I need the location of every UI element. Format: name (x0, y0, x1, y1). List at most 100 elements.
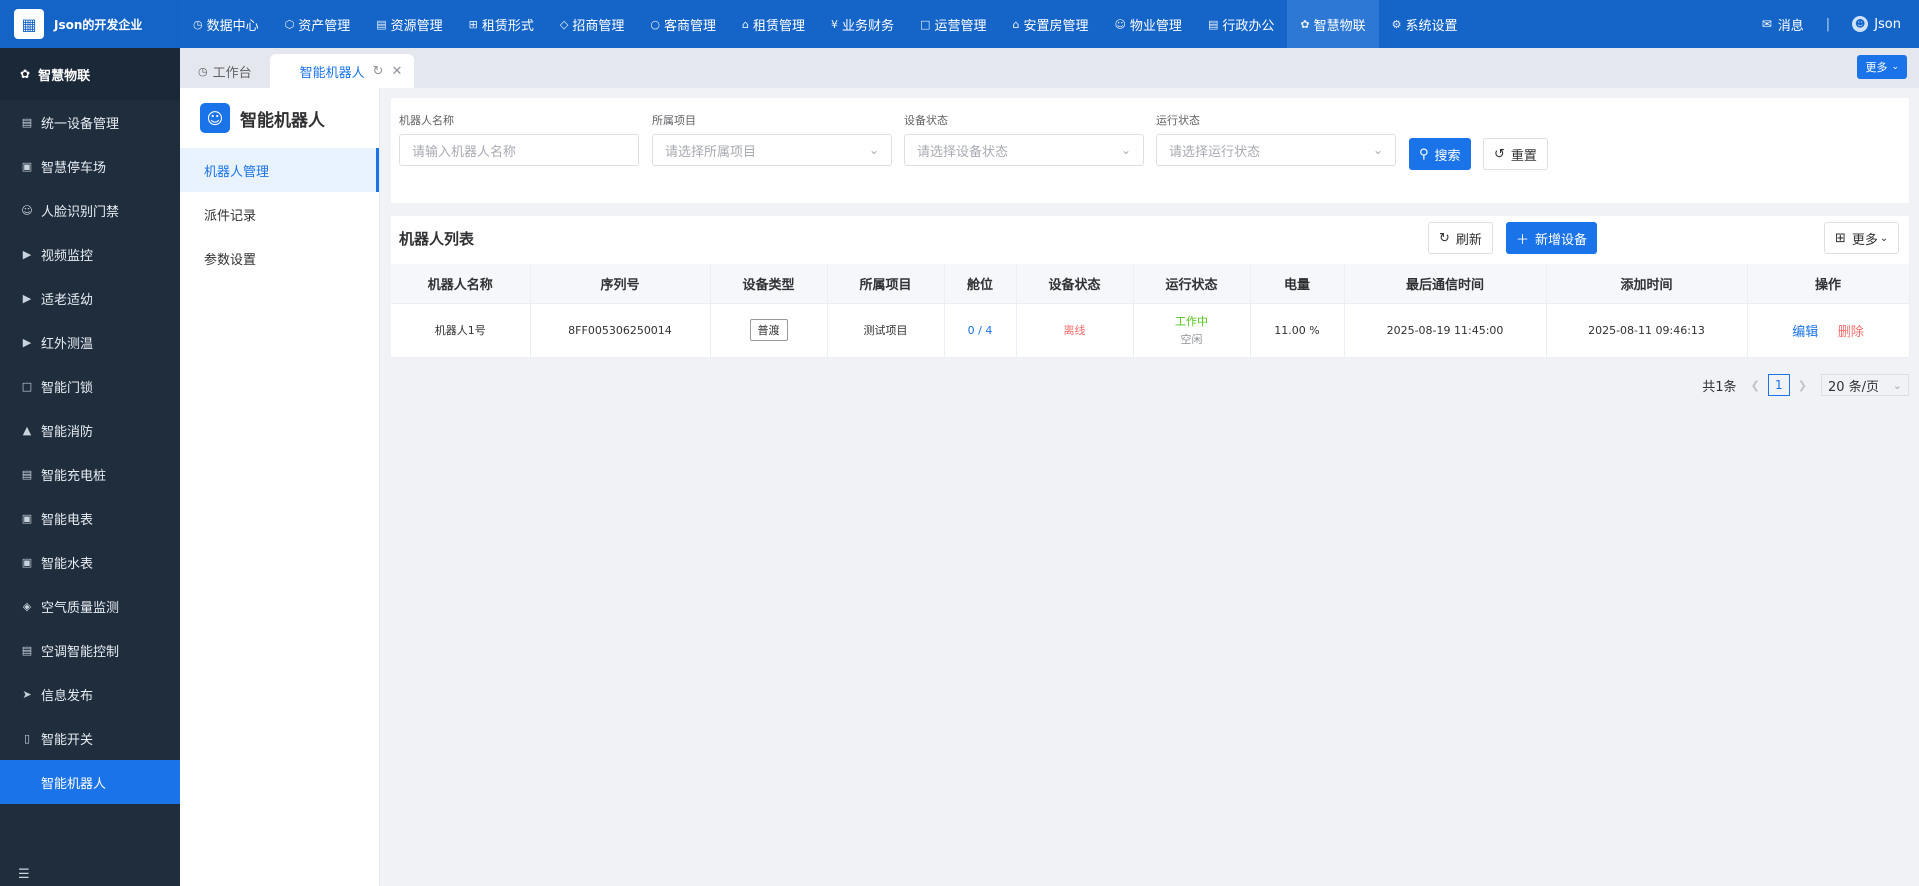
project-select[interactable]: 请选择所属项目 ⌄ (652, 134, 892, 166)
topnav-item-property[interactable]: ☺ 物业管理 (1101, 0, 1194, 48)
menu-collapse-icon[interactable]: ☰ (18, 867, 30, 882)
sidebar-item-water-meter[interactable]: ▣ 智能水表 (0, 540, 180, 584)
sidebar-item-charger[interactable]: ▤ 智能充电桩 (0, 452, 180, 496)
submenu-header: ☺ 智能机器人 (180, 88, 379, 148)
slot-value[interactable]: 0 / 4 (968, 324, 993, 337)
user-menu[interactable]: ☻ Json (1852, 16, 1901, 32)
sidebar-item-label: 智能电表 (41, 512, 94, 528)
select-placeholder: 请选择设备状态 (917, 144, 1009, 160)
topnav-label: 招商管理 (572, 18, 625, 34)
plus-icon: ＋ (1516, 232, 1530, 248)
chevron-down-icon: ⌄ (1879, 232, 1889, 244)
add-device-button[interactable]: ＋ 新增设备 (1506, 222, 1598, 254)
charger-icon: ▤ (21, 467, 33, 481)
table-row: 机器人1号 8FF005306250014 普渡 测试项目 0 / 4 离线 工… (391, 303, 1910, 358)
bell-icon: ✉ (1761, 17, 1772, 31)
sidebar-item-ac-control[interactable]: ▤ 空调智能控制 (0, 628, 180, 672)
filter-label: 运行状态 (1156, 114, 1200, 127)
topnav-label: 物业管理 (1129, 18, 1182, 34)
device-status-select[interactable]: 请选择设备状态 ⌄ (904, 134, 1144, 166)
topnav-item-investment[interactable]: ◇ 招商管理 (547, 0, 637, 48)
sidebar-item-smart-robot[interactable]: 智能机器人 (0, 760, 180, 804)
topnav-item-resources[interactable]: ▤ 资源管理 (363, 0, 455, 48)
edit-link[interactable]: 编辑 (1792, 325, 1818, 340)
chevron-left-icon[interactable]: ❮ (1751, 379, 1760, 392)
topnav-item-lease-forms[interactable]: ⊞ 租赁形式 (456, 0, 547, 48)
sidebar-item-parking[interactable]: ▣ 智慧停车场 (0, 144, 180, 188)
sidebar-item-device-management[interactable]: ▤ 统一设备管理 (0, 100, 180, 144)
page-size-select[interactable]: 20 条/页 ⌄ (1821, 374, 1909, 396)
fire-icon: ▲ (22, 423, 32, 437)
topnav-item-office[interactable]: ▤ 行政办公 (1195, 0, 1287, 48)
search-button[interactable]: ⚲ 搜索 (1409, 138, 1471, 170)
topnav-item-housing[interactable]: ⌂ 安置房管理 (999, 0, 1101, 48)
topnav-label: 资产管理 (298, 18, 351, 34)
columns-icon: ⊞ (1835, 230, 1846, 246)
close-icon[interactable]: ✕ (392, 64, 403, 79)
column-header: 机器人名称 (391, 264, 531, 304)
filter-project: 所属项目 请选择所属项目 ⌄ (652, 112, 892, 166)
refresh-button[interactable]: ↻ 刷新 (1428, 222, 1493, 254)
tab-smart-robot[interactable]: 智能机器人 ↻ ✕ (269, 54, 415, 88)
monitor-icon: ▤ (1207, 17, 1219, 31)
select-placeholder: 请选择运行状态 (1169, 144, 1261, 160)
camera-icon: ▶ (22, 247, 32, 261)
submenu-item-robot-management[interactable]: 机器人管理 (180, 148, 379, 192)
column-header: 设备状态 (1016, 264, 1134, 304)
topnav-label: 资源管理 (390, 18, 443, 34)
run-status-select[interactable]: 请选择运行状态 ⌄ (1156, 134, 1396, 166)
parking-icon: ▣ (21, 159, 33, 173)
delete-link[interactable]: 删除 (1838, 325, 1864, 340)
tab-workbench[interactable]: ◷ 工作台 (180, 54, 270, 88)
topnav-label: 行政办公 (1222, 18, 1275, 34)
topnav-item-finance[interactable]: ¥ 业务财务 (818, 0, 907, 48)
page-number[interactable]: 1 (1767, 374, 1790, 396)
topnav-item-assets[interactable]: ⬡ 资产管理 (272, 0, 364, 48)
messages-button[interactable]: ✉ 消息 (1762, 15, 1804, 34)
cell-battery: 11.00 % (1250, 303, 1345, 358)
camera-icon: ▶ (22, 291, 32, 305)
sidebar-item-label: 信息发布 (41, 688, 94, 704)
sidebar-item-elderly-child[interactable]: ▶ 适老适幼 (0, 276, 180, 320)
topnav-label: 系统设置 (1405, 18, 1458, 34)
home-icon: ⌂ (742, 17, 749, 31)
sidebar-item-smart-lock[interactable]: □ 智能门锁 (0, 364, 180, 408)
sidebar-item-infrared[interactable]: ▶ 红外测温 (0, 320, 180, 364)
sidebar-item-air-quality[interactable]: ◈ 空气质量监测 (0, 584, 180, 628)
chevron-right-icon[interactable]: ❯ (1798, 379, 1807, 392)
sidebar-item-fire[interactable]: ▲ 智能消防 (0, 408, 180, 452)
sidebar-item-info-publish[interactable]: ➤ 信息发布 (0, 672, 180, 716)
topnav-item-data-center[interactable]: ◷ 数据中心 (180, 0, 272, 48)
refresh-button-label: 刷新 (1455, 232, 1482, 248)
secondary-menu: ☺ 智能机器人 机器人管理 派件记录 参数设置 (180, 88, 380, 886)
run-status-text: 工作中 (1175, 315, 1208, 328)
messages-label: 消息 (1777, 18, 1804, 34)
tabs-more-button[interactable]: 更多 ⌄ (1857, 55, 1907, 79)
refresh-icon[interactable]: ↻ (373, 64, 384, 79)
sidebar-item-smart-switch[interactable]: ▯ 智能开关 (0, 716, 180, 760)
filter-panel: 机器人名称 请输入机器人名称 所属项目 请选择所属项目 ⌄ 设备状态 请选择设备状… (391, 98, 1909, 203)
sidebar-item-label: 人脸识别门禁 (41, 204, 120, 220)
topnav-item-settings[interactable]: ⚙ 系统设置 (1379, 0, 1471, 48)
sidebar-item-face-access[interactable]: ☺ 人脸识别门禁 (0, 188, 180, 232)
topnav-item-merchants[interactable]: ○ 客商管理 (637, 0, 729, 48)
sidebar-header: ✿ 智慧物联 (0, 48, 180, 100)
topnav-item-leasing[interactable]: ⌂ 租赁管理 (729, 0, 818, 48)
reset-button[interactable]: ↺ 重置 (1483, 138, 1548, 170)
list-more-button[interactable]: ⊞ 更多 ⌄ (1824, 222, 1900, 254)
submenu-item-delivery-records[interactable]: 派件记录 (180, 192, 379, 236)
topnav-item-operations[interactable]: □ 运营管理 (907, 0, 999, 48)
ac-icon: ▤ (21, 643, 33, 657)
sidebar-item-video[interactable]: ▶ 视频监控 (0, 232, 180, 276)
sidebar-item-electric-meter[interactable]: ▣ 智能电表 (0, 496, 180, 540)
cell-last-comm: 2025-08-19 11:45:00 (1344, 303, 1547, 358)
sidebar-item-label: 智能门锁 (41, 380, 94, 396)
submenu-item-parameter-settings[interactable]: 参数设置 (180, 236, 379, 280)
search-icon: ⚲ (1419, 146, 1429, 162)
filter-device-status: 设备状态 请选择设备状态 ⌄ (904, 112, 1144, 166)
select-placeholder: 请选择所属项目 (665, 144, 757, 160)
cell-serial: 8FF005306250014 (530, 303, 711, 358)
brand[interactable]: ▦ Json的开发企业 (0, 0, 180, 48)
topnav-item-iot[interactable]: ✿ 智慧物联 (1287, 0, 1379, 48)
robot-name-input[interactable]: 请输入机器人名称 (399, 134, 639, 166)
